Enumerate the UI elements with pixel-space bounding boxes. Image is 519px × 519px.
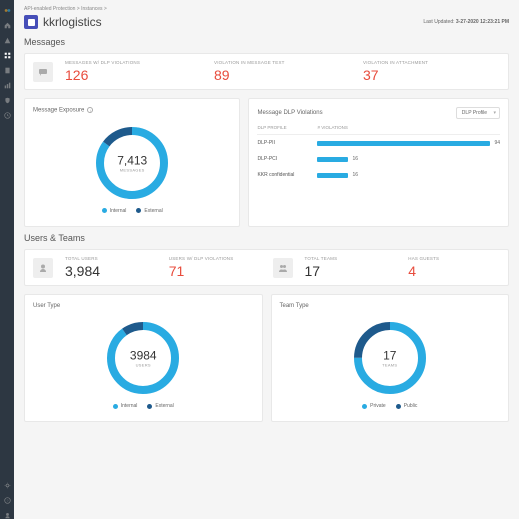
legend-item: External	[147, 403, 173, 409]
metric-total-teams: TOTAL TEAMS 17	[301, 256, 401, 279]
table-row: DLP-PCI16	[257, 151, 500, 167]
legend: Internal External	[113, 403, 174, 409]
metric-value: 4	[408, 263, 500, 279]
metric-label: USERS W/ DLP VIOLATIONS	[169, 256, 261, 261]
policy-icon[interactable]	[3, 66, 11, 74]
messages-metrics: MESSAGES W/ DLP VIOLATIONS 126 VIOLATION…	[24, 53, 509, 90]
home-icon[interactable]	[3, 21, 11, 29]
header-row: kkrlogistics Last Updated: 3-27-2020 12:…	[24, 15, 509, 29]
metric-label: VIOLATION IN ATTACHMENT	[363, 60, 500, 65]
card-header: Team Type	[280, 303, 501, 309]
info-icon[interactable]: i	[87, 107, 93, 113]
card-title: User Type	[33, 303, 60, 309]
user-icon	[33, 258, 53, 278]
clock-icon[interactable]	[3, 111, 11, 119]
col-header: # VIOLATIONS	[317, 125, 347, 130]
dlp-profile-select[interactable]: DLP Profile	[456, 107, 500, 119]
team-type-donut: 17TEAMS	[351, 319, 429, 397]
violations-table: DLP PROFILE # VIOLATIONS DLP-PII94DLP-PC…	[257, 125, 500, 183]
breadcrumb[interactable]: API-enabled Protection > Instances >	[24, 6, 509, 12]
legend: Private Public	[362, 403, 417, 409]
table-body: DLP-PII94DLP-PCI16KKR confidential16	[257, 135, 500, 183]
legend-item: Internal	[113, 403, 138, 409]
legend-item: External	[136, 208, 162, 214]
metric-value: 71	[169, 263, 261, 279]
app-root: ? API-enabled Protection > Instances > k…	[0, 0, 519, 519]
metric-value: 17	[305, 263, 397, 279]
user-type-donut: 3984USERS	[104, 319, 182, 397]
donut-wrap: 17TEAMS Private Public	[280, 315, 501, 413]
metric-has-guests: HAS GUESTS 4	[404, 256, 504, 279]
card-title: Message Exposurei	[33, 107, 93, 114]
metric-value: 89	[214, 67, 351, 83]
legend-item: Internal	[102, 208, 127, 214]
sidebar: ?	[0, 0, 14, 519]
team-type-card: Team Type 17TEAMS Private Public	[271, 294, 510, 422]
help-icon[interactable]: ?	[3, 496, 11, 504]
svg-text:?: ?	[6, 498, 8, 502]
team-icon	[273, 258, 293, 278]
metric-label: TOTAL USERS	[65, 256, 157, 261]
card-header: Message DLP Violations DLP Profile	[257, 107, 500, 119]
metric-dlp-violations: MESSAGES W/ DLP VIOLATIONS 126	[61, 60, 206, 83]
message-exposure-card: Message Exposurei 7,413MESSAGES Internal…	[24, 98, 240, 227]
metric-label: MESSAGES W/ DLP VIOLATIONS	[65, 60, 202, 65]
users-section-title: Users & Teams	[24, 233, 509, 243]
metric-attachment-violations: VIOLATION IN ATTACHMENT 37	[359, 60, 504, 83]
metric-label: VIOLATION IN MESSAGE TEXT	[214, 60, 351, 65]
page-title: kkrlogistics	[43, 15, 102, 29]
donut-wrap: 3984USERS Internal External	[33, 315, 254, 413]
title-group: kkrlogistics	[24, 15, 102, 29]
table-header: DLP PROFILE # VIOLATIONS	[257, 125, 500, 135]
card-title-text: Message Exposure	[33, 108, 84, 114]
legend-item: Private	[362, 403, 386, 409]
dlp-violations-card: Message DLP Violations DLP Profile DLP P…	[248, 98, 509, 227]
legend: Internal External	[102, 208, 163, 214]
table-row: KKR confidential16	[257, 167, 500, 183]
users-metrics: TOTAL USERS 3,984 USERS W/ DLP VIOLATION…	[24, 249, 509, 286]
last-updated-label: Last Updated:	[423, 19, 454, 25]
table-row: DLP-PII94	[257, 135, 500, 151]
chart-icon[interactable]	[3, 81, 11, 89]
metric-users-violations: USERS W/ DLP VIOLATIONS 71	[165, 256, 265, 279]
shield-icon[interactable]	[3, 96, 11, 104]
ms-teams-icon	[24, 15, 38, 29]
metric-value: 3,984	[65, 263, 157, 279]
card-header: User Type	[33, 303, 254, 309]
user-type-card: User Type 3984USERS Internal External	[24, 294, 263, 422]
metric-label: TOTAL TEAMS	[305, 256, 397, 261]
user-icon[interactable]	[3, 511, 11, 519]
messages-cards: Message Exposurei 7,413MESSAGES Internal…	[24, 98, 509, 227]
exposure-donut: 7,413MESSAGES	[93, 124, 171, 202]
last-updated: Last Updated: 3-27-2020 12:23:21 PM	[423, 19, 509, 25]
users-cards: User Type 3984USERS Internal External Tea…	[24, 294, 509, 422]
legend-item: Public	[396, 403, 418, 409]
metric-value: 37	[363, 67, 500, 83]
donut-wrap: 7,413MESSAGES Internal External	[33, 120, 231, 218]
message-icon	[33, 62, 53, 82]
gear-icon[interactable]	[3, 481, 11, 489]
logo-icon[interactable]	[3, 6, 11, 14]
card-title: Team Type	[280, 303, 309, 309]
main-content: API-enabled Protection > Instances > kkr…	[14, 0, 519, 519]
metric-total-users: TOTAL USERS 3,984	[61, 256, 161, 279]
last-updated-value: 3-27-2020 12:23:21 PM	[456, 19, 509, 25]
metric-label: HAS GUESTS	[408, 256, 500, 261]
col-header: DLP PROFILE	[257, 125, 317, 130]
apps-icon[interactable]	[3, 51, 11, 59]
card-title: Message DLP Violations	[257, 110, 322, 116]
metric-text-violations: VIOLATION IN MESSAGE TEXT 89	[210, 60, 355, 83]
card-header: Message Exposurei	[33, 107, 231, 114]
metric-value: 126	[65, 67, 202, 83]
messages-section-title: Messages	[24, 37, 509, 47]
alert-icon[interactable]	[3, 36, 11, 44]
